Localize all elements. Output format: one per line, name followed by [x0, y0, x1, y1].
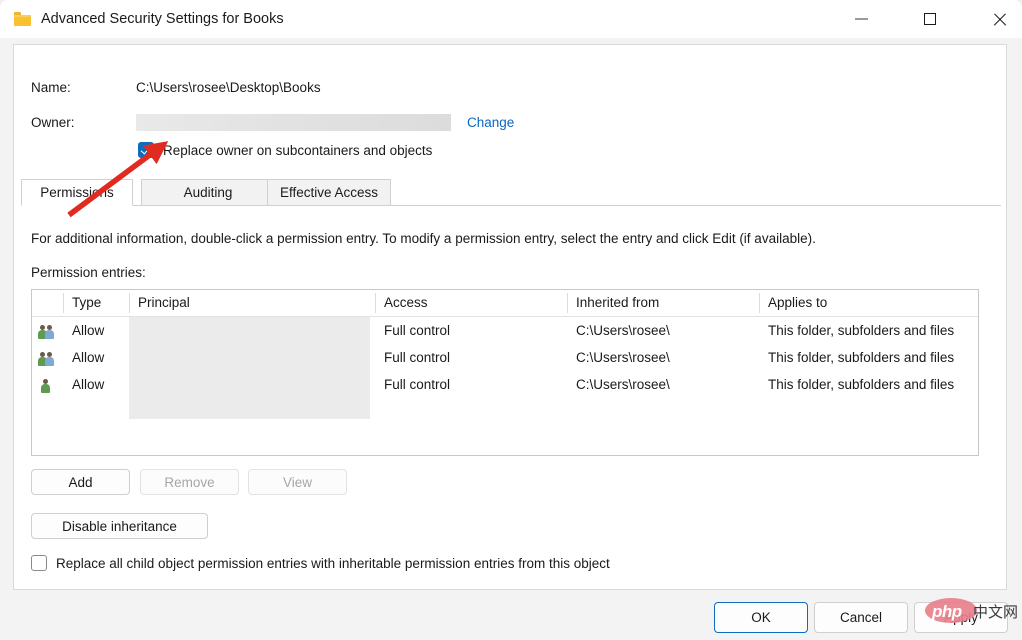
apply-button[interactable]: Apply [914, 602, 1008, 633]
tab-underline [21, 205, 1001, 206]
cell-applies-to: This folder, subfolders and files [768, 350, 955, 365]
tab-effective-access-label: Effective Access [279, 185, 379, 200]
minimize-icon [854, 18, 868, 20]
folder-icon [14, 12, 31, 26]
column-header-access[interactable]: Access [375, 290, 567, 316]
cell-inherited-from: C:\Users\rosee\ [576, 323, 670, 338]
minimize-button[interactable] [838, 0, 884, 38]
replace-child-label: Replace all child object permission entr… [56, 555, 610, 571]
column-header-type[interactable]: Type [63, 290, 129, 316]
replace-owner-checkbox-row[interactable]: Replace owner on subcontainers and objec… [138, 142, 432, 158]
owner-label: Owner: [31, 114, 75, 130]
add-button[interactable]: Add [31, 469, 130, 495]
close-icon [992, 12, 1007, 27]
maximize-button[interactable] [907, 0, 953, 38]
replace-child-checkbox-row[interactable]: Replace all child object permission entr… [31, 555, 610, 571]
maximize-icon [924, 13, 936, 25]
tab-permissions[interactable]: Permissions [21, 179, 133, 206]
group-icon [38, 350, 55, 366]
permission-entries-table[interactable]: Type Principal Access Inherited from App… [31, 289, 979, 456]
name-value: C:\Users\rosee\Desktop\Books [136, 79, 321, 95]
row-icon-cell [32, 371, 63, 398]
info-text: For additional information, double-click… [31, 231, 816, 246]
column-header-icon [32, 290, 63, 316]
column-header-applies-to[interactable]: Applies to [759, 290, 978, 316]
disable-inheritance-button[interactable]: Disable inheritance [31, 513, 208, 539]
name-row: Name: C:\Users\rosee\Desktop\Books [31, 77, 321, 97]
cell-access: Full control [384, 350, 451, 365]
user-icon [38, 377, 55, 393]
cell-applies-to: This folder, subfolders and files [768, 377, 955, 392]
cell-inherited-from: C:\Users\rosee\ [576, 350, 670, 365]
cell-type: Allow [72, 323, 105, 338]
view-button: View [248, 469, 347, 495]
column-header-principal[interactable]: Principal [129, 290, 375, 316]
cell-type: Allow [72, 377, 105, 392]
permission-entries-label: Permission entries: [31, 265, 146, 280]
principal-column-redacted [129, 317, 370, 419]
replace-owner-label: Replace owner on subcontainers and objec… [163, 142, 433, 158]
cancel-button[interactable]: Cancel [814, 602, 908, 633]
column-header-inherited-from[interactable]: Inherited from [567, 290, 759, 316]
tab-permissions-label: Permissions [40, 185, 114, 200]
tab-effective-access[interactable]: Effective Access [267, 179, 391, 206]
tab-auditing[interactable]: Auditing [141, 179, 275, 206]
replace-owner-checkbox[interactable] [138, 142, 154, 158]
cell-access: Full control [384, 323, 451, 338]
table-header-row: Type Principal Access Inherited from App… [32, 290, 978, 317]
close-button[interactable] [976, 0, 1022, 38]
replace-child-checkbox[interactable] [31, 555, 47, 571]
name-label: Name: [31, 79, 71, 95]
ok-button[interactable]: OK [714, 602, 808, 633]
owner-value-redacted [136, 113, 451, 131]
group-icon [38, 323, 55, 339]
row-icon-cell [32, 344, 63, 371]
tab-auditing-label: Auditing [183, 185, 233, 200]
advanced-security-settings-window: Advanced Security Settings for Books Nam… [0, 0, 1022, 640]
remove-button: Remove [140, 469, 239, 495]
cell-access: Full control [384, 377, 451, 392]
row-icon-cell [32, 317, 63, 344]
tab-strip: Permissions Auditing Effective Access [21, 179, 1001, 207]
cell-inherited-from: C:\Users\rosee\ [576, 377, 670, 392]
change-owner-link[interactable]: Change [467, 115, 514, 130]
owner-row: Owner: Change [31, 112, 514, 132]
window-title: Advanced Security Settings for Books [41, 11, 284, 27]
cell-applies-to: This folder, subfolders and files [768, 323, 955, 338]
content-panel: Name: C:\Users\rosee\Desktop\Books Owner… [13, 44, 1007, 590]
cell-type: Allow [72, 350, 105, 365]
